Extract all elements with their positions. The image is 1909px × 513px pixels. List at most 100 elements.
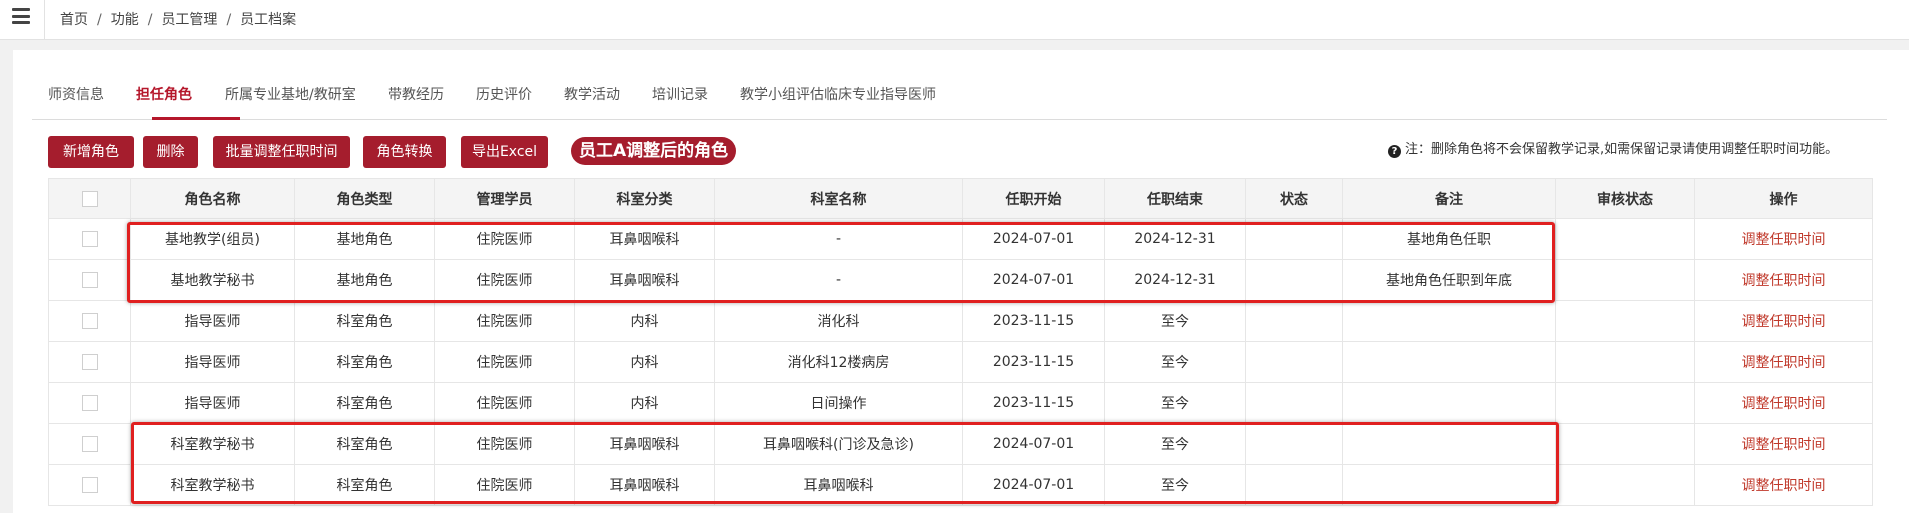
- adjust-tenure-link[interactable]: 调整任职时间: [1742, 355, 1826, 371]
- cell-actions: 调整任职时间: [1694, 218, 1873, 260]
- table-row: 基地教学(组员) 基地角色 住院医师 耳鼻咽喉科 -2024-07-01 2024-12-…: [48, 218, 1873, 260]
- header-role-name: 角色名称: [130, 178, 295, 219]
- cell-start-date: 2023-11-15: [962, 300, 1105, 342]
- table-row: 指导医师 科室角色 住院医师 内科 消化科12楼病房 2023-11-15 至今 调整任职时间: [48, 341, 1873, 383]
- cell-managed-trainees: 住院医师: [434, 382, 575, 424]
- select-all-checkbox[interactable]: [81, 190, 98, 207]
- divider: [44, 0, 45, 40]
- cell-end-date: 2024-12-31: [1104, 259, 1246, 301]
- tab-teaching-activities[interactable]: 教学活动: [564, 84, 620, 104]
- cell-status: [1245, 259, 1343, 301]
- cell-role-name: 基地教学秘书: [130, 259, 295, 301]
- cell-dept-name: 日间操作: [714, 382, 963, 424]
- header-status: 状态: [1245, 178, 1343, 219]
- cell-managed-trainees: 住院医师: [434, 464, 575, 506]
- cell-managed-trainees: 住院医师: [434, 300, 575, 342]
- roles-table: 角色名称 角色类型 管理学员 科室分类 科室名称 任职开始 任职结束 状态 备注…: [48, 178, 1873, 506]
- cell-dept-name: -: [714, 218, 963, 260]
- breadcrumb: 首页 / 功能 / 员工管理 / 员工档案: [60, 12, 297, 28]
- help-icon: ?: [1388, 145, 1401, 158]
- cell-end-date: 至今: [1104, 464, 1246, 506]
- delete-button[interactable]: 删除: [143, 136, 198, 168]
- batch-adjust-button[interactable]: 批量调整任职时间: [213, 136, 350, 168]
- cell-status: [1245, 218, 1343, 260]
- cell-dept-category: 耳鼻咽喉科: [574, 259, 715, 301]
- cell-remarks: [1342, 341, 1556, 383]
- cell-start-date: 2024-07-01: [962, 423, 1105, 465]
- cell-dept-name: 消化科: [714, 300, 963, 342]
- row-checkbox[interactable]: [81, 231, 98, 247]
- cell-review-status: [1555, 464, 1695, 506]
- add-role-button[interactable]: 新增角色: [48, 136, 134, 168]
- tab-teaching-experience[interactable]: 带教经历: [388, 84, 444, 104]
- cell-role-name: 指导医师: [130, 300, 295, 342]
- row-select-cell: [48, 341, 131, 383]
- breadcrumb-item-staff-management[interactable]: 员工管理: [161, 12, 217, 28]
- row-checkbox[interactable]: [81, 477, 98, 493]
- row-checkbox[interactable]: [81, 395, 98, 411]
- adjust-tenure-link[interactable]: 调整任职时间: [1742, 478, 1826, 494]
- row-checkbox[interactable]: [81, 272, 98, 288]
- top-bar: 首页 / 功能 / 员工管理 / 员工档案: [0, 0, 1909, 40]
- cell-managed-trainees: 住院医师: [434, 423, 575, 465]
- cell-actions: 调整任职时间: [1694, 464, 1873, 506]
- row-checkbox[interactable]: [81, 354, 98, 370]
- adjust-tenure-link[interactable]: 调整任职时间: [1742, 273, 1826, 289]
- cell-dept-name: -: [714, 259, 963, 301]
- cell-end-date: 至今: [1104, 423, 1246, 465]
- header-review-status: 审核状态: [1555, 178, 1695, 219]
- cell-actions: 调整任职时间: [1694, 341, 1873, 383]
- cell-managed-trainees: 住院医师: [434, 341, 575, 383]
- breadcrumb-item-function[interactable]: 功能: [111, 12, 139, 28]
- cell-role-type: 科室角色: [294, 423, 435, 465]
- tab-group-evaluation[interactable]: 教学小组评估临床专业指导医师: [740, 84, 936, 104]
- cell-role-type: 基地角色: [294, 259, 435, 301]
- cell-remarks: [1342, 464, 1556, 506]
- tab-base-department[interactable]: 所属专业基地/教研室: [225, 84, 356, 104]
- adjust-tenure-link[interactable]: 调整任职时间: [1742, 232, 1826, 248]
- menu-icon[interactable]: [12, 8, 32, 26]
- table-header-row: 角色名称 角色类型 管理学员 科室分类 科室名称 任职开始 任职结束 状态 备注…: [48, 178, 1873, 219]
- adjust-tenure-link[interactable]: 调整任职时间: [1742, 437, 1826, 453]
- cell-status: [1245, 423, 1343, 465]
- cell-start-date: 2023-11-15: [962, 382, 1105, 424]
- cell-dept-name: 耳鼻咽喉科(门诊及急诊): [714, 423, 963, 465]
- header-role-type: 角色类型: [294, 178, 435, 219]
- adjust-tenure-link[interactable]: 调整任职时间: [1742, 314, 1826, 330]
- row-select-cell: [48, 218, 131, 260]
- cell-status: [1245, 300, 1343, 342]
- tab-history-evaluation[interactable]: 历史评价: [476, 84, 532, 104]
- tab-assigned-roles[interactable]: 担任角色: [136, 84, 192, 104]
- row-checkbox[interactable]: [81, 436, 98, 452]
- cell-dept-category: 耳鼻咽喉科: [574, 464, 715, 506]
- cell-review-status: [1555, 218, 1695, 260]
- cell-role-name: 科室教学秘书: [130, 464, 295, 506]
- header-dept-name: 科室名称: [714, 178, 963, 219]
- cell-managed-trainees: 住院医师: [434, 218, 575, 260]
- row-select-cell: [48, 382, 131, 424]
- cell-dept-category: 内科: [574, 382, 715, 424]
- active-tab-indicator: [152, 117, 240, 120]
- cell-start-date: 2024-07-01: [962, 259, 1105, 301]
- role-convert-button[interactable]: 角色转换: [363, 136, 446, 168]
- cell-remarks: [1342, 300, 1556, 342]
- adjust-tenure-link[interactable]: 调整任职时间: [1742, 396, 1826, 412]
- tab-faculty-info[interactable]: 师资信息: [48, 84, 104, 104]
- cell-remarks: [1342, 423, 1556, 465]
- breadcrumb-item-home[interactable]: 首页: [60, 12, 88, 28]
- tab-bar: 师资信息 担任角色 所属专业基地/教研室 带教经历 历史评价 教学活动 培训记录…: [32, 64, 1887, 120]
- select-all-cell: [48, 178, 131, 219]
- export-excel-button[interactable]: 导出Excel: [461, 136, 548, 168]
- tab-training-records[interactable]: 培训记录: [652, 84, 708, 104]
- row-checkbox[interactable]: [81, 313, 98, 329]
- cell-dept-category: 耳鼻咽喉科: [574, 218, 715, 260]
- table-row: 指导医师 科室角色 住院医师 内科 日间操作 2023-11-15 至今 调整任职时间: [48, 382, 1873, 424]
- cell-start-date: 2024-07-01: [962, 464, 1105, 506]
- cell-dept-category: 内科: [574, 300, 715, 342]
- cell-dept-name: 消化科12楼病房: [714, 341, 963, 383]
- cell-actions: 调整任职时间: [1694, 300, 1873, 342]
- row-select-cell: [48, 259, 131, 301]
- cell-end-date: 2024-12-31: [1104, 218, 1246, 260]
- cell-end-date: 至今: [1104, 341, 1246, 383]
- cell-review-status: [1555, 259, 1695, 301]
